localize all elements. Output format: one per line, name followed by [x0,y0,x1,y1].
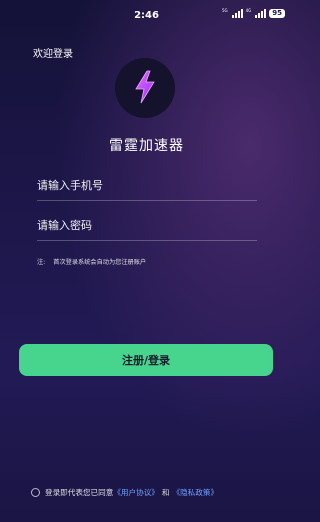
signal-icon-2 [255,9,267,18]
register-note: 注: 首次登录系统会自动为您注册账户 [37,257,146,266]
status-bar: 2:46 5G 4G 95 [0,0,293,34]
battery-indicator: 95 [269,9,285,18]
password-input[interactable] [37,209,257,241]
phone-field[interactable] [37,169,257,201]
agreement-text: 登录即代表您已同意 [45,488,114,497]
app-logo [109,58,182,118]
lightning-bolt-icon [135,70,155,104]
phone-input[interactable] [37,169,257,201]
signal-4g-label: 4G [245,8,252,13]
signal-5g-label: 5G [221,8,228,13]
agreement-row: 登录即代表您已同意 《用户协议》 和 《隐私政策》 [31,487,218,498]
signal-icon [231,9,243,18]
register-login-button[interactable]: 注册/登录 [19,344,273,376]
password-divider [37,240,257,241]
phone-divider [37,200,257,201]
agreement-and: 和 [161,488,170,497]
note-prefix: 注: [37,259,46,266]
welcome-label: 欢迎登录 [33,49,73,60]
password-field[interactable] [37,209,257,241]
privacy-policy-link[interactable]: 《隐私政策》 [173,487,219,498]
user-agreement-link[interactable]: 《用户协议》 [113,487,159,498]
status-icons: 5G 4G 95 [222,9,285,18]
agreement-checkbox[interactable] [31,488,40,497]
app-name: 雷霆加速器 [109,138,184,154]
note-text: 首次登录系统会自动为您注册账户 [53,259,147,266]
